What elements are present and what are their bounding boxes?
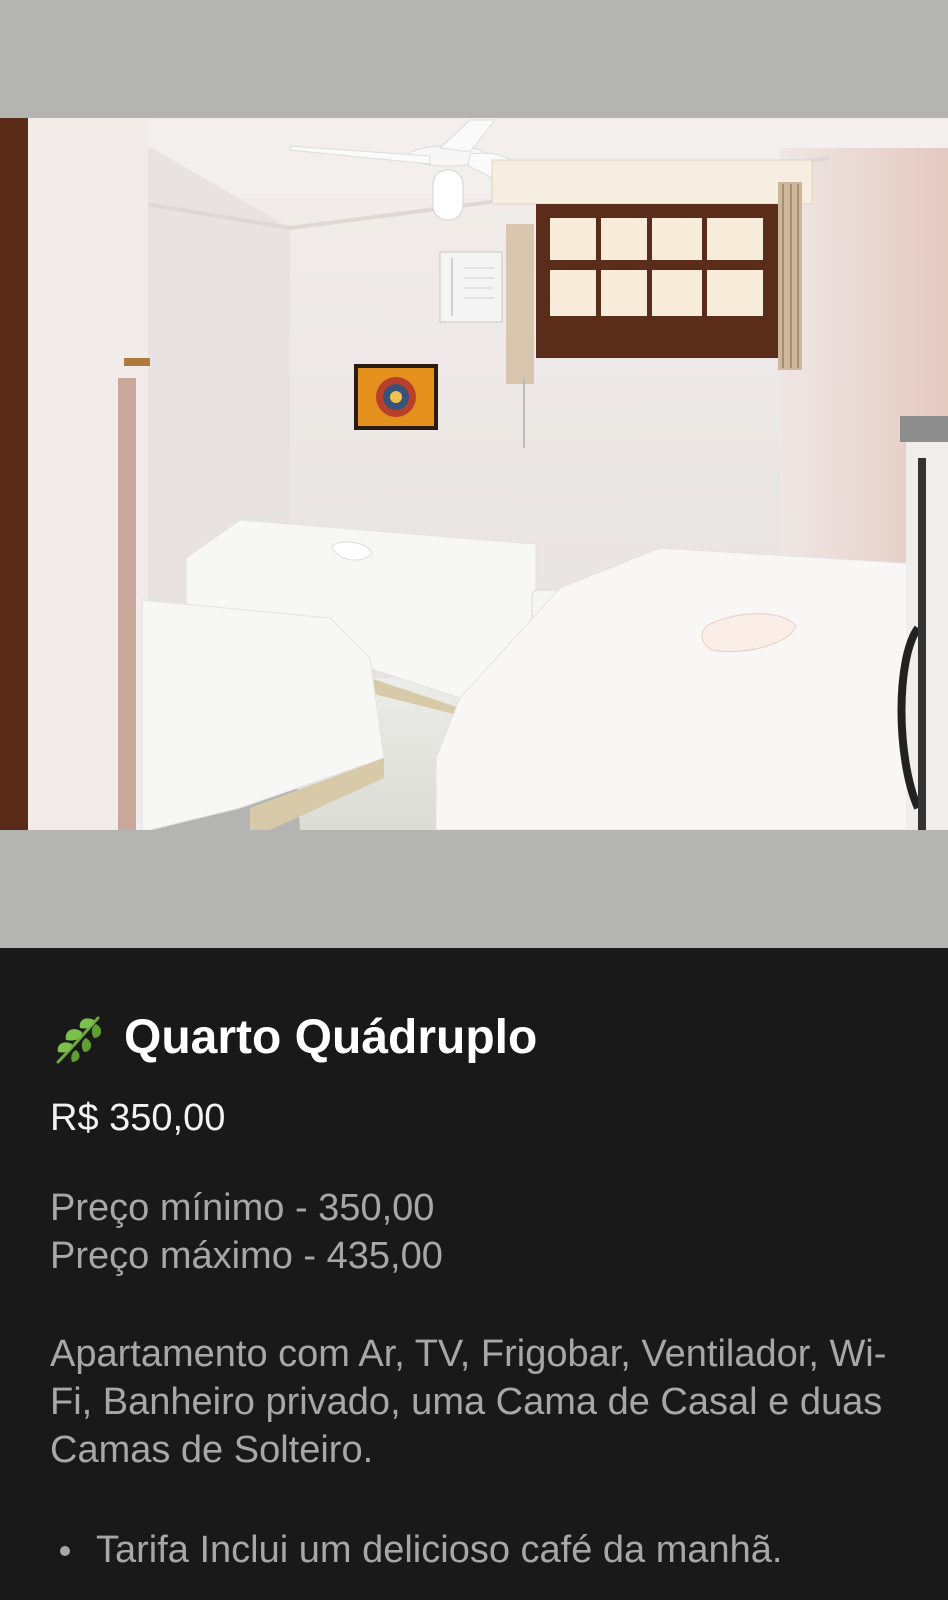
max-price: Preço máximo - 435,00	[50, 1235, 443, 1277]
room-info: Quarto Quádruplo R$ 350,00 Preço mínimo …	[0, 948, 948, 1600]
photo-area	[0, 0, 948, 948]
list-item-text: Tarifa Inclui um delicioso café da manhã…	[96, 1529, 783, 1571]
room-photo[interactable]	[0, 118, 948, 830]
amenity-list: Tarifa Inclui um delicioso café da manhã…	[50, 1526, 782, 1574]
room-description: Apartamento com Ar, TV, Frigobar, Ventil…	[50, 1333, 887, 1471]
room-title: Quarto Quádruplo	[124, 1011, 538, 1064]
herb-leaf-icon	[56, 1016, 102, 1064]
title-row: Quarto Quádruplo	[50, 1010, 537, 1066]
room-price: R$ 350,00	[50, 1097, 226, 1139]
bullet-dot-icon	[60, 1546, 70, 1556]
list-item: Tarifa Inclui um delicioso café da manhã…	[50, 1526, 782, 1574]
price-range: Preço mínimo - 350,00 Preço máximo - 435…	[50, 1184, 443, 1280]
min-price: Preço mínimo - 350,00	[50, 1187, 435, 1229]
